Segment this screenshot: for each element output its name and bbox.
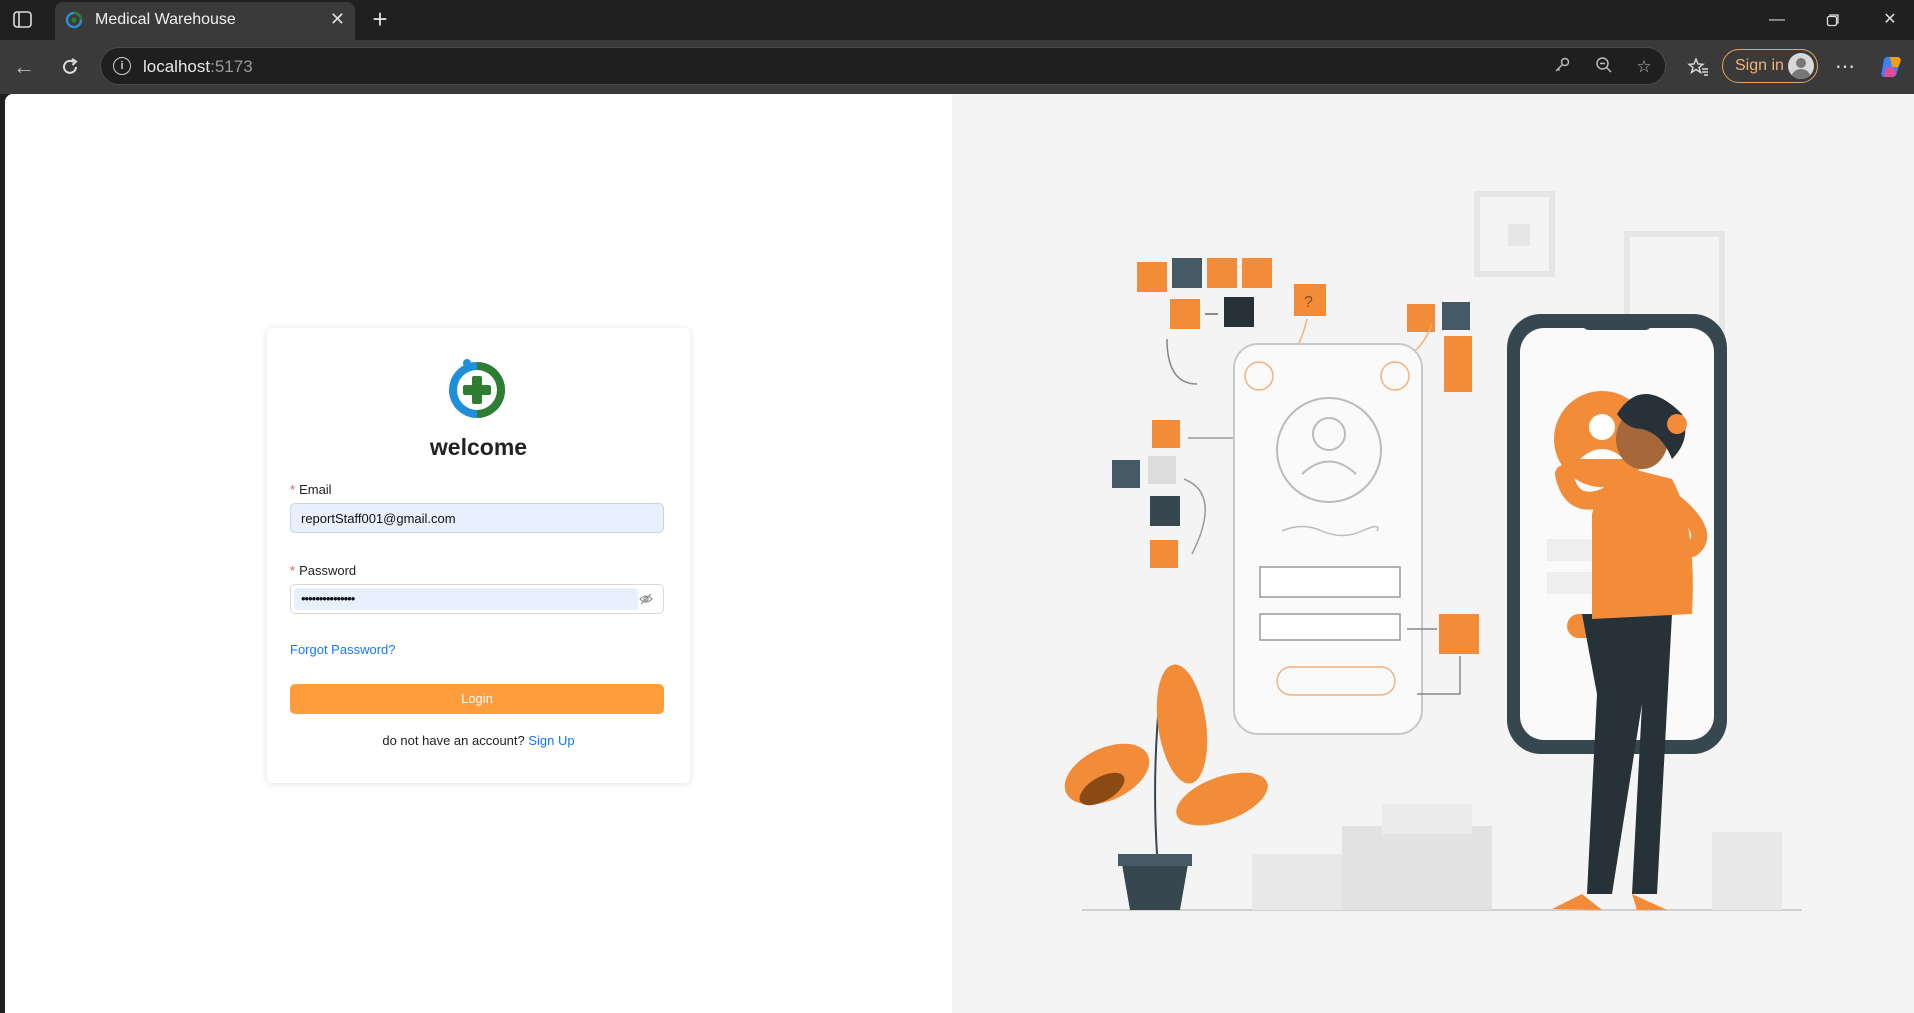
- tab-close-icon[interactable]: ✕: [330, 9, 345, 29]
- minimize-icon[interactable]: —: [1757, 4, 1797, 36]
- page-viewport: welcome * Email reportStaff001@gmail.com …: [5, 94, 1914, 1013]
- favorites-icon[interactable]: [1684, 53, 1712, 81]
- new-tab-button[interactable]: +: [365, 6, 395, 32]
- login-button[interactable]: Login: [290, 684, 664, 714]
- url-text: localhost:5173: [143, 57, 253, 76]
- profile-avatar-icon: [1788, 53, 1814, 79]
- eye-invisible-icon[interactable]: [639, 592, 653, 606]
- password-label: * Password: [290, 563, 357, 578]
- welcome-title: welcome: [429, 434, 528, 460]
- window-close-icon[interactable]: ✕: [1870, 4, 1910, 36]
- browser-sign-in-button[interactable]: Sign in: [1722, 49, 1818, 83]
- copilot-icon[interactable]: [1878, 53, 1906, 81]
- back-icon[interactable]: ←: [10, 53, 38, 81]
- reload-icon[interactable]: [56, 53, 84, 81]
- signup-prompt: do not have an account? Sign Up: [382, 733, 575, 748]
- medical-warehouse-logo: [443, 354, 511, 422]
- key-icon[interactable]: [1551, 56, 1573, 78]
- forgot-password-link[interactable]: Forgot Password?: [290, 642, 396, 657]
- tab-title: Medical Warehouse: [95, 11, 236, 28]
- tab-actions-icon[interactable]: [12, 10, 34, 30]
- illustration-pane: ?: [952, 94, 1914, 1013]
- password-field[interactable]: •••••••••••••••: [290, 584, 664, 614]
- password-input[interactable]: •••••••••••••••: [294, 588, 638, 610]
- zoom-out-icon[interactable]: [1593, 56, 1615, 78]
- email-label: * Email: [290, 482, 332, 497]
- favorite-star-icon[interactable]: ☆: [1633, 56, 1655, 78]
- restore-icon[interactable]: [1813, 4, 1853, 36]
- browser-toolbar: ← i localhost:5173 ☆ Sign in ⋯: [0, 40, 1914, 94]
- site-info-icon[interactable]: i: [113, 57, 131, 75]
- login-pane: welcome * Email reportStaff001@gmail.com …: [5, 94, 952, 1013]
- sign-up-link[interactable]: Sign Up: [528, 733, 574, 748]
- login-illustration: ?: [1064, 191, 1802, 911]
- svg-text:?: ?: [1304, 294, 1313, 311]
- email-field[interactable]: reportStaff001@gmail.com: [290, 503, 664, 533]
- more-options-icon[interactable]: ⋯: [1831, 53, 1859, 81]
- active-tab[interactable]: Medical Warehouse ✕: [55, 2, 355, 40]
- tab-favicon-icon: [65, 11, 83, 34]
- tab-bar: Medical Warehouse ✕ + — ✕: [0, 0, 1914, 40]
- address-bar[interactable]: i localhost:5173 ☆: [100, 47, 1666, 85]
- login-card: welcome * Email reportStaff001@gmail.com …: [267, 328, 690, 783]
